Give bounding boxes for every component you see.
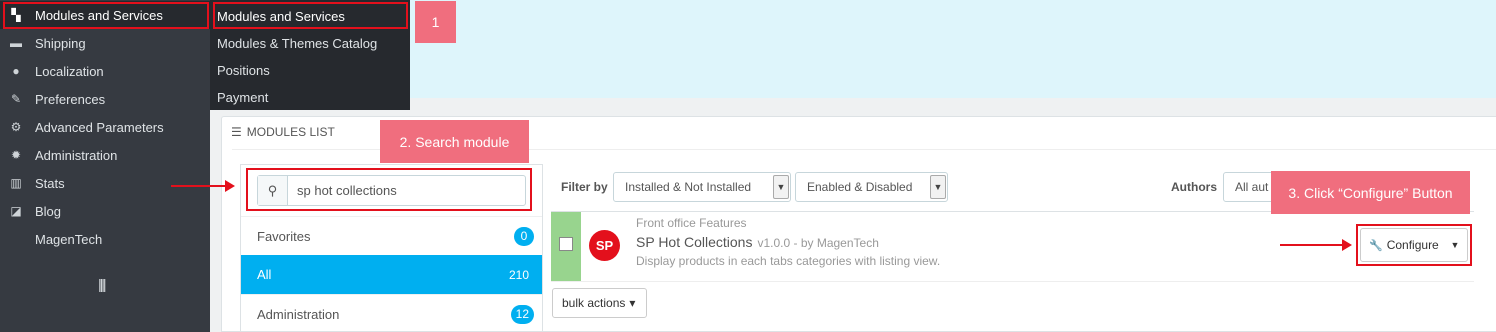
collapse-sidebar-icon[interactable]: |||| bbox=[98, 276, 106, 292]
filter-label: Filter by bbox=[561, 180, 608, 194]
submenu-item-positions[interactable]: Positions bbox=[217, 58, 270, 82]
install-filter-value: Installed & Not Installed bbox=[625, 180, 752, 194]
sidebar-item-label: Shipping bbox=[35, 35, 86, 51]
highlight-modules-menu bbox=[3, 2, 209, 29]
bar-chart-icon: ▥ bbox=[10, 176, 22, 190]
module-logo: SP bbox=[589, 230, 620, 261]
arrow-to-search bbox=[171, 180, 235, 192]
gear-icon: ✹ bbox=[10, 148, 22, 162]
module-description: Display products in each tabs categories… bbox=[636, 254, 941, 268]
sidebar-item-stats[interactable]: ▥ Stats bbox=[0, 169, 210, 197]
chevron-down-icon: ▼ bbox=[930, 175, 946, 199]
highlight-modules-submenu bbox=[213, 2, 408, 29]
bulk-actions-button[interactable]: bulk actions ▾ bbox=[552, 288, 647, 318]
category-count-badge: 0 bbox=[514, 226, 534, 246]
sidebar-item-label: Localization bbox=[35, 63, 104, 79]
module-category: Front office Features bbox=[636, 216, 747, 230]
status-filter-select[interactable]: Enabled & Disabled ▼ bbox=[795, 172, 948, 202]
module-title: SP Hot Collections v1.0.0 - by MagenTech bbox=[636, 234, 879, 250]
category-administration[interactable]: Administration 12 bbox=[241, 294, 542, 332]
submenu-item-catalog[interactable]: Modules & Themes Catalog bbox=[217, 31, 377, 55]
bulk-actions-label: bulk actions bbox=[562, 296, 626, 310]
authors-label: Authors bbox=[1171, 180, 1217, 194]
module-meta: v1.0.0 - by MagenTech bbox=[757, 236, 879, 250]
sidebar-item-label: Administration bbox=[35, 147, 118, 163]
list-icon: ☰ bbox=[231, 125, 242, 139]
cogs-icon: ⚙ bbox=[10, 120, 22, 134]
panel-heading: ☰ MODULES LIST bbox=[231, 125, 335, 139]
submenu-item-payment[interactable]: Payment bbox=[217, 85, 268, 109]
highlight-configure bbox=[1356, 224, 1472, 266]
sidebar-item-localization[interactable]: ● Localization bbox=[0, 57, 210, 85]
status-filter-value: Enabled & Disabled bbox=[807, 180, 913, 194]
sidebar-item-preferences[interactable]: ✎ Preferences bbox=[0, 85, 210, 113]
sidebar-item-magentech[interactable]: MagenTech bbox=[0, 225, 210, 253]
sidebar-item-label: Preferences bbox=[35, 91, 106, 107]
callout-step-3: 3. Click “Configure” Button bbox=[1271, 171, 1470, 214]
category-count-badge: 210 bbox=[508, 267, 529, 282]
sidebar-item-blog[interactable]: ◪ Blog bbox=[0, 197, 210, 225]
module-name: SP Hot Collections bbox=[636, 234, 753, 250]
sidebar-item-label: MagenTech bbox=[35, 231, 103, 247]
callout-step-1: 1 bbox=[415, 1, 456, 43]
module-checkbox[interactable] bbox=[559, 237, 573, 251]
category-label: All bbox=[257, 267, 272, 282]
sidebar-item-shipping[interactable]: ▬ Shipping bbox=[0, 29, 210, 57]
category-label: Favorites bbox=[257, 228, 311, 244]
install-filter-select[interactable]: Installed & Not Installed ▼ bbox=[613, 172, 791, 202]
sidebar-item-advanced-parameters[interactable]: ⚙ Advanced Parameters bbox=[0, 113, 210, 141]
category-count-badge: 12 bbox=[510, 304, 534, 324]
wrench-icon: ✎ bbox=[10, 92, 22, 106]
sidebar-item-label: Blog bbox=[35, 203, 62, 219]
sidebar: ▚ Modules and Services ▬ Shipping ● Loca… bbox=[0, 0, 210, 332]
sidebar-item-label: Advanced Parameters bbox=[35, 119, 164, 135]
arrow-to-configure bbox=[1280, 239, 1352, 251]
callout-step-2: 2. Search module bbox=[380, 120, 529, 163]
truck-icon: ▬ bbox=[10, 36, 22, 50]
caret-down-icon: ▾ bbox=[629, 296, 636, 310]
globe-icon: ● bbox=[12, 64, 20, 78]
highlight-search bbox=[246, 168, 532, 211]
chevron-down-icon: ▼ bbox=[773, 175, 789, 199]
category-all[interactable]: All 210 bbox=[241, 255, 542, 294]
sidebar-item-administration[interactable]: ✹ Administration bbox=[0, 141, 210, 169]
edit-icon: ◪ bbox=[10, 204, 22, 218]
category-label: Administration bbox=[257, 306, 340, 322]
authors-filter-value: All aut bbox=[1235, 180, 1269, 194]
panel-title: MODULES LIST bbox=[246, 125, 335, 139]
sidebar-item-label: Stats bbox=[35, 175, 65, 191]
category-favorites[interactable]: Favorites 0 bbox=[241, 216, 542, 255]
